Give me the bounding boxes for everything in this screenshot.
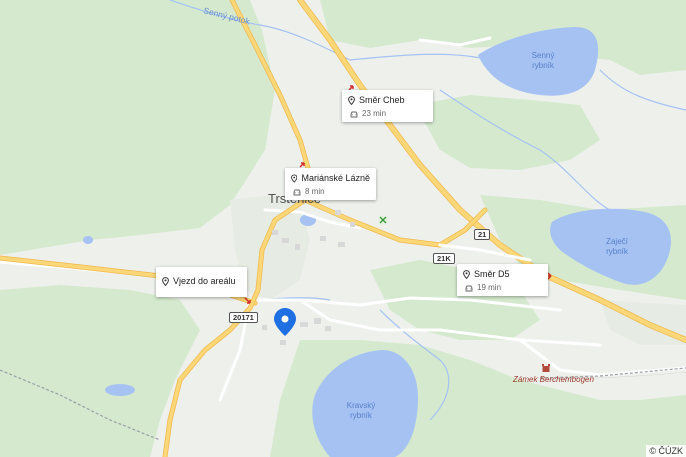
map-pin-icon [348,96,355,105]
car-icon [465,285,473,291]
turn-arrow-icon [244,297,251,304]
direction-card-vjezd-do-arealu[interactable]: Vjezd do areálu [156,267,247,297]
direction-card-smer-d5[interactable]: Směr D5 19 min [457,264,548,296]
road-shield-20171: 20171 [229,312,258,323]
zajeci-rybnik-label: Zaječí rybník [606,237,629,256]
direction-time: 23 min [362,109,387,118]
location-pin-icon[interactable] [273,307,297,337]
map-canvas[interactable]: Senný potok Senný rybník Zaječí rybník Kra… [0,0,686,457]
car-icon [350,111,358,117]
senny-rybnik-label: Senný rybník [532,51,555,70]
recreation-icon [378,215,388,225]
map-pin-icon [463,270,470,279]
map-base-layer: Senný potok Senný rybník Zaječí rybník Kra… [0,0,686,457]
direction-time: 8 min [305,187,325,196]
direction-title: Směr D5 [474,269,510,279]
kravsky-rybnik-label: Kravský rybník [347,401,375,420]
road-shield-21k: 21K [433,253,455,264]
copyright-notice: © ČÚZK [646,445,686,457]
map-pin-icon [291,174,298,183]
map-pin-icon [162,277,169,286]
direction-time: 19 min [477,283,502,292]
zamek-label: Zámek Berchembogen [512,375,594,384]
direction-title: Vjezd do areálu [173,276,236,286]
direction-title: Mariánské Lázně [301,173,370,183]
direction-card-marianske-lazne[interactable]: Mariánské Lázně 8 min [285,168,376,200]
direction-card-smer-cheb[interactable]: Směr Cheb 23 min [342,90,433,122]
car-icon [293,189,301,195]
road-shield-21: 21 [474,229,491,240]
direction-title: Směr Cheb [359,95,405,105]
